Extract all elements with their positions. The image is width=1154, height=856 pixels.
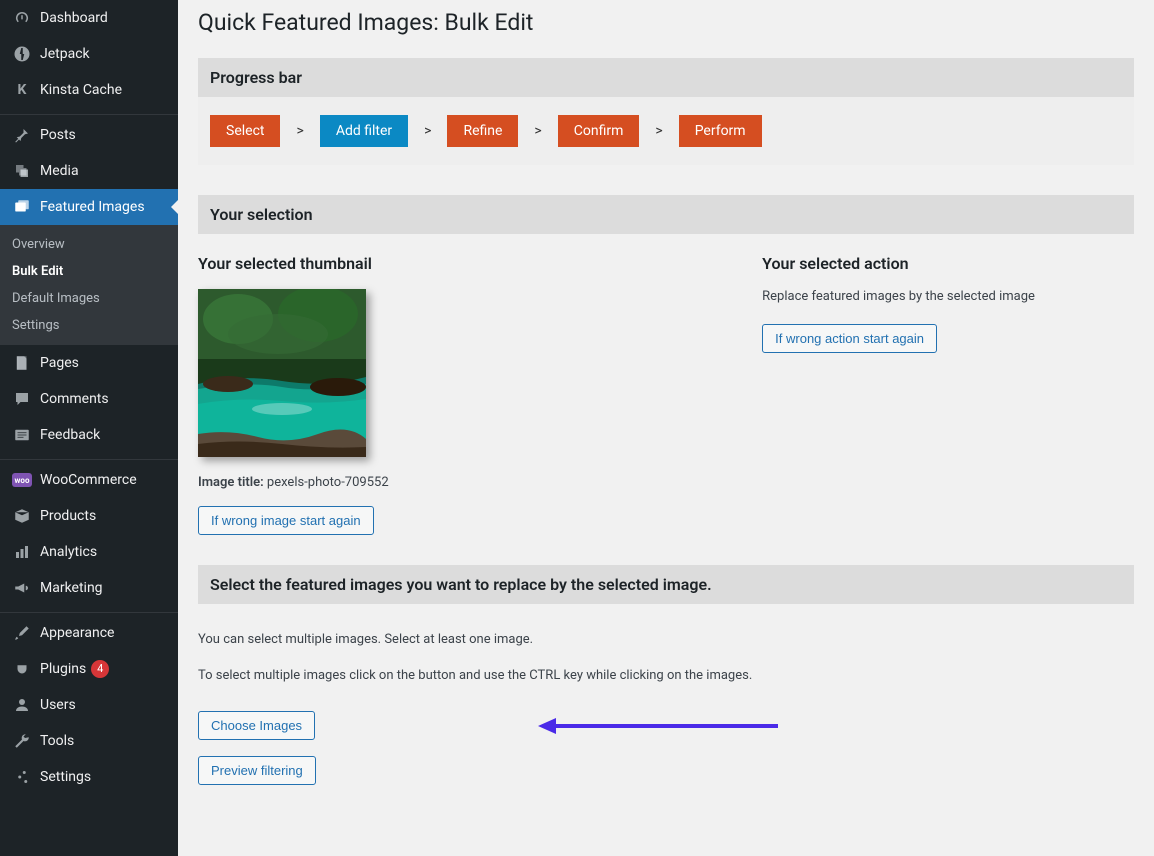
submenu-settings[interactable]: Settings [0,312,178,339]
sidebar-item-label: WooCommerce [40,472,137,488]
sidebar-item-marketing[interactable]: Marketing [0,570,178,606]
sidebar-item-comments[interactable]: Comments [0,381,178,417]
select-images-body: You can select multiple images. Select a… [198,604,1134,815]
sidebar-item-featured-images[interactable]: Featured Images [0,189,178,225]
sidebar-item-pages[interactable]: Pages [0,345,178,381]
sidebar-item-label: Featured Images [40,199,145,215]
separator [0,110,178,115]
sidebar-item-settings[interactable]: Settings [0,759,178,795]
submenu-default-images[interactable]: Default Images [0,285,178,312]
sidebar-item-label: Products [40,508,96,524]
step-refine[interactable]: Refine [447,115,518,147]
step-perform[interactable]: Perform [679,115,762,147]
sidebar-item-label: Users [40,697,76,713]
thumbnail-column: Your selected thumbnail [198,254,722,535]
separator [0,608,178,613]
user-icon [12,695,32,715]
select-images-heading: Select the featured images you want to r… [198,565,1134,604]
annotation-arrow-icon [538,714,778,738]
preview-filtering-button[interactable]: Preview filtering [198,756,316,785]
sidebar-item-feedback[interactable]: Feedback [0,417,178,453]
submenu-overview[interactable]: Overview [0,231,178,258]
instruction-2: To select multiple images click on the b… [198,666,1134,686]
image-title-caption: Image title: pexels-photo-709552 [198,475,722,490]
step-confirm[interactable]: Confirm [558,115,640,147]
sidebar-item-label: Media [40,163,79,179]
kinsta-icon: K [12,80,32,100]
plugin-update-badge: 4 [91,660,109,678]
sidebar-item-woocommerce[interactable]: woo WooCommerce [0,462,178,498]
sidebar-item-label: Dashboard [40,10,108,26]
sidebar-item-label: Feedback [40,427,100,443]
sidebar-item-appearance[interactable]: Appearance [0,615,178,651]
sidebar-item-label: Tools [40,733,74,749]
sidebar-item-label: Comments [40,391,109,407]
choose-images-row: Choose Images [198,711,1134,740]
feedback-icon [12,425,32,445]
media-icon [12,161,32,181]
pin-icon [12,125,32,145]
sidebar-item-label: Plugins [40,661,86,677]
gauge-icon [12,8,32,28]
step-separator: > [418,123,437,139]
progress-bar-heading: Progress bar [198,58,1134,97]
submenu-featured-images: Overview Bulk Edit Default Images Settin… [0,225,178,345]
action-heading: Your selected action [762,254,1134,273]
instruction-1: You can select multiple images. Select a… [198,630,1134,650]
progress-steps: Select > Add filter > Refine > Confirm >… [198,97,1134,165]
preview-filtering-row: Preview filtering [198,756,1134,785]
sidebar-item-label: Appearance [40,625,114,641]
step-separator: > [649,123,668,139]
sidebar-item-kinsta[interactable]: K Kinsta Cache [0,72,178,108]
wrong-action-button[interactable]: If wrong action start again [762,324,937,353]
action-description: Replace featured images by the selected … [762,289,1134,304]
image-title-value: pexels-photo-709552 [267,475,389,490]
step-select[interactable]: Select [210,115,280,147]
sidebar-item-products[interactable]: Products [0,498,178,534]
sidebar-item-media[interactable]: Media [0,153,178,189]
plug-icon [12,659,32,679]
sidebar-item-label: Posts [40,127,76,143]
step-separator: > [290,123,309,139]
sidebar-item-label: Pages [40,355,79,371]
sidebar-item-dashboard[interactable]: Dashboard [0,0,178,36]
step-add-filter[interactable]: Add filter [320,115,408,147]
selected-thumbnail [198,289,366,457]
separator [0,455,178,460]
sidebar-item-label: Jetpack [40,46,90,62]
main-content: Quick Featured Images: Bulk Edit Progres… [178,0,1154,856]
brush-icon [12,623,32,643]
jetpack-icon [12,44,32,64]
submenu-bulk-edit[interactable]: Bulk Edit [0,258,178,285]
woocommerce-icon: woo [12,470,32,490]
wrong-image-button[interactable]: If wrong image start again [198,506,374,535]
image-title-label: Image title: [198,475,264,490]
megaphone-icon [12,578,32,598]
sidebar-item-users[interactable]: Users [0,687,178,723]
choose-images-button[interactable]: Choose Images [198,711,315,740]
action-column: Your selected action Replace featured im… [762,254,1134,535]
sidebar-item-tools[interactable]: Tools [0,723,178,759]
comment-icon [12,389,32,409]
sidebar-item-label: Kinsta Cache [40,82,122,98]
sliders-icon [12,767,32,787]
products-icon [12,506,32,526]
wrench-icon [12,731,32,751]
sidebar-item-label: Settings [40,769,91,785]
analytics-icon [12,542,32,562]
thumbnail-heading: Your selected thumbnail [198,254,722,273]
selection-body: Your selected thumbnail [198,234,1134,565]
selection-heading: Your selection [198,195,1134,234]
sidebar-item-label: Marketing [40,580,103,596]
images-icon [12,197,32,217]
admin-sidebar: Dashboard Jetpack K Kinsta Cache Posts M… [0,0,178,856]
page-icon [12,353,32,373]
sidebar-item-plugins[interactable]: Plugins 4 [0,651,178,687]
sidebar-item-label: Analytics [40,544,97,560]
sidebar-item-jetpack[interactable]: Jetpack [0,36,178,72]
step-separator: > [528,123,547,139]
page-title: Quick Featured Images: Bulk Edit [198,0,1134,40]
sidebar-item-analytics[interactable]: Analytics [0,534,178,570]
sidebar-item-posts[interactable]: Posts [0,117,178,153]
